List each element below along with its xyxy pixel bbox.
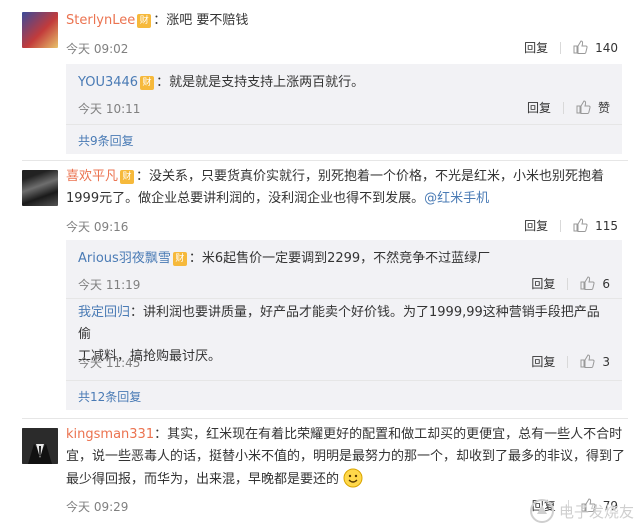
- like-count: 115: [595, 218, 618, 233]
- comment-actions: 回复 115: [524, 217, 618, 234]
- fortune-badge-icon: 财: [140, 76, 155, 90]
- avatar[interactable]: [22, 428, 58, 464]
- like-button[interactable]: 6: [580, 276, 610, 292]
- divider: [22, 418, 628, 419]
- divider: [567, 277, 569, 290]
- reply-time: 今天 10:11: [78, 102, 141, 116]
- comment-item: SterlynLee 财：涨吧 要不赔钱 今天 09:02 回复 140 YOU3…: [0, 6, 640, 154]
- thumbs-up-icon: [573, 40, 588, 54]
- like-count: 3: [602, 354, 610, 369]
- view-more-replies-link[interactable]: 共9条回复: [78, 132, 134, 149]
- comment-username[interactable]: SterlynLee: [66, 13, 135, 28]
- fortune-badge-icon: 财: [137, 14, 152, 28]
- view-more-replies-link[interactable]: 共12条回复: [78, 388, 141, 405]
- reply-time: 今天 11:45: [78, 356, 141, 370]
- reply-username[interactable]: Arious羽夜飘雪: [78, 251, 171, 266]
- reply-text: ：讲利润也要讲质量，好产品才能卖个好价钱。为了1999,99这种营销手段把产品偷: [78, 305, 600, 342]
- like-count: 140: [595, 40, 618, 55]
- comment-text: ：没关系，只要货真价实就行，别死抱着一个价格，不光是红米，小米也别死抱着: [136, 169, 605, 184]
- reply-button[interactable]: 回复: [524, 39, 548, 56]
- fortune-badge-icon: 财: [120, 170, 135, 184]
- avatar[interactable]: [22, 170, 58, 206]
- comment-text: ：其实，红米现在有着比荣耀更好的配置和做工却买的更便宜，总有一些人不合时: [154, 427, 623, 442]
- avatar[interactable]: [22, 12, 58, 48]
- divider: [22, 160, 628, 161]
- reply-button[interactable]: 回复: [524, 217, 548, 234]
- reply-text: ：米6起售价一定要调到2299，不然竞争不过蓝绿厂: [188, 251, 491, 266]
- thumbs-up-icon: [580, 354, 595, 368]
- reply-time: 今天 11:19: [78, 278, 141, 292]
- mention-link[interactable]: @红米手机: [424, 191, 489, 206]
- reply-item: YOU3446 财：就是就是支持支持上涨两百就行。 今天 10:11 回复 赞: [78, 70, 610, 120]
- comment-time: 今天 09:02: [66, 42, 129, 56]
- comment-actions: 回复 140: [524, 39, 618, 56]
- comment-item: 喜欢平凡财：没关系，只要货真价实就行，别死抱着一个价格，不光是红米，小米也别死抱…: [0, 164, 640, 414]
- suit-figure-icon: [22, 428, 58, 464]
- divider: [562, 101, 564, 114]
- divider: [66, 298, 622, 299]
- reply-box: Arious羽夜飘雪财：米6起售价一定要调到2299，不然竞争不过蓝绿厂 今天 …: [66, 240, 622, 410]
- reply-username[interactable]: YOU3446: [78, 75, 138, 90]
- like-button[interactable]: 3: [580, 354, 610, 370]
- divider: [560, 41, 562, 54]
- reply-actions: 回复 6: [531, 275, 610, 292]
- reply-item: Arious羽夜飘雪财：米6起售价一定要调到2299，不然竞争不过蓝绿厂 今天 …: [78, 246, 610, 298]
- like-label: 赞: [597, 101, 610, 115]
- watermark-text: 电子发烧友: [558, 502, 634, 521]
- watermark-logo-icon: [529, 499, 554, 523]
- reply-button[interactable]: 回复: [527, 99, 551, 116]
- reply-actions: 回复 赞: [527, 99, 610, 116]
- comment-text: ：涨吧 要不赔钱: [153, 13, 249, 28]
- reply-actions: 回复 3: [531, 353, 610, 370]
- reply-button[interactable]: 回复: [531, 275, 555, 292]
- like-button[interactable]: 140: [573, 40, 618, 56]
- reply-username[interactable]: 我定回归: [78, 305, 130, 320]
- comment-text: 1999元了。做企业总要讲利润的，没利润企业也得不到发展。: [66, 191, 425, 206]
- comment-text: 最少得回报，而华为，出来混，早晚都是要还的: [66, 472, 340, 487]
- comment-time: 今天 09:29: [66, 500, 129, 514]
- divider: [66, 124, 622, 125]
- divider: [66, 380, 622, 381]
- comment-text: 宜，说一些恶毒人的话，挺替小米不值的，明明是最努力的那一个，却收到了最多的非议，…: [66, 449, 626, 464]
- thumbs-up-icon: [580, 276, 595, 290]
- reply-box: YOU3446 财：就是就是支持支持上涨两百就行。 今天 10:11 回复 赞 共…: [66, 64, 622, 154]
- comment-time: 今天 09:16: [66, 220, 129, 234]
- reply-button[interactable]: 回复: [531, 353, 555, 370]
- thumbs-up-icon: [573, 218, 588, 232]
- comment-username[interactable]: 喜欢平凡: [66, 169, 118, 184]
- reply-text: ：就是就是支持支持上涨两百就行。: [156, 75, 365, 90]
- fortune-badge-icon: 财: [172, 252, 187, 266]
- thumbs-up-icon: [576, 100, 591, 114]
- like-count: 6: [602, 276, 610, 291]
- like-button[interactable]: 赞: [576, 99, 610, 116]
- divider: [567, 355, 569, 368]
- watermark: 电子发烧友: [529, 498, 634, 524]
- smile-emoji-icon: [343, 468, 363, 488]
- comment-username[interactable]: kingsman331: [66, 427, 154, 442]
- reply-item: 我定回归：讲利润也要讲质量，好产品才能卖个好价钱。为了1999,99这种营销手段…: [78, 302, 610, 378]
- divider: [560, 219, 562, 232]
- like-button[interactable]: 115: [573, 218, 618, 234]
